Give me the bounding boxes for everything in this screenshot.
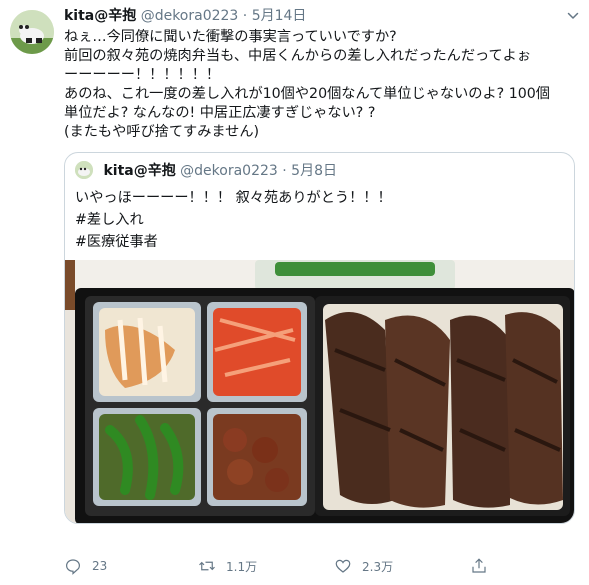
quoted-tweet[interactable]: kita@辛抱 @dekora0223 · 5月8日 いやっほーーーー！！！ 叙…: [64, 152, 575, 524]
tweet[interactable]: kita@辛抱 @dekora0223 · 5月14日 ねぇ…今同僚に聞いた衝撃…: [0, 0, 589, 585]
quoted-tweet-header: kita@辛抱 @dekora0223 · 5月8日: [75, 161, 337, 181]
hashtag-link[interactable]: #医療従事者: [75, 231, 392, 253]
bento-photo[interactable]: [65, 260, 575, 524]
tweet-line: あのね、これ一度の差し入れが10個や20個なんて単位じゃないのよ? 100個: [64, 86, 550, 102]
quoted-display-name: kita@辛抱: [103, 163, 176, 179]
tweet-line: (またもや呼び捨てすみません): [64, 124, 260, 140]
retweet-icon: [199, 561, 215, 571]
tweet-header: kita@辛抱 @dekora0223 · 5月14日: [64, 6, 579, 26]
retweet-count: 1.1万: [226, 559, 258, 574]
quoted-avatar: [75, 161, 93, 179]
like-button[interactable]: 2.3万: [334, 556, 393, 576]
action-bar: 23 1.1万 2.3万: [64, 556, 576, 576]
tweet-line: ねぇ…今同僚に聞いた衝撃の事実言っていいですか?: [64, 29, 397, 45]
handle[interactable]: @dekora0223: [141, 8, 239, 24]
chevron-down-icon[interactable]: [567, 10, 579, 22]
like-count: 2.3万: [362, 559, 394, 574]
retweet-button[interactable]: 1.1万: [198, 556, 257, 576]
tweet-line: 単位だよ? なんなの! 中居正広凄すぎじゃない? ?: [64, 105, 376, 121]
avatar-image: [10, 10, 54, 54]
quoted-separator: ·: [282, 163, 287, 179]
reply-count: 23: [92, 559, 108, 573]
quoted-avatar-image: [75, 161, 93, 179]
reply-button[interactable]: 23: [64, 556, 107, 576]
reply-icon: [66, 559, 80, 575]
tweet-line: ーーーーー！！！！！！: [64, 67, 221, 83]
share-icon: [472, 558, 486, 573]
tweet-text: ねぇ…今同僚に聞いた衝撃の事実言っていいですか? 前回の叙々苑の焼肉弁当も、中居…: [64, 28, 576, 142]
quoted-handle: @dekora0223: [180, 163, 278, 179]
timestamp[interactable]: 5月14日: [252, 8, 307, 24]
separator: ·: [242, 8, 248, 24]
heart-icon: [335, 559, 351, 573]
quoted-tweet-text: いやっほーーーー！！！ 叙々苑ありがとう！！！ #差し入れ #医療従事者: [75, 187, 392, 253]
avatar[interactable]: [10, 10, 54, 54]
quoted-line: いやっほーーーー！！！ 叙々苑ありがとう！！！: [75, 190, 392, 206]
quoted-timestamp: 5月8日: [291, 163, 337, 179]
share-button[interactable]: [470, 556, 488, 576]
tweet-line: 前回の叙々苑の焼肉弁当も、中居くんからの差し入れだったんだってよぉ: [64, 48, 532, 64]
hashtag-link[interactable]: #差し入れ: [75, 209, 392, 231]
display-name[interactable]: kita@辛抱: [64, 8, 136, 24]
